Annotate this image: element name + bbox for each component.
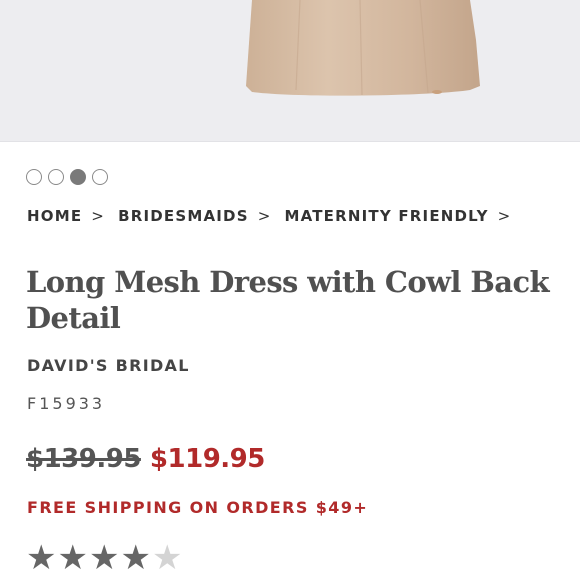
carousel-dot[interactable]: [92, 169, 108, 185]
product-sku: F15933: [27, 394, 106, 413]
product-image[interactable]: [0, 0, 580, 142]
breadcrumb-separator: >: [497, 207, 512, 225]
product-title: Long Mesh Dress with Cowl Back Detail: [26, 265, 550, 335]
carousel-dots: [26, 169, 108, 185]
breadcrumb-bridesmaids[interactable]: BRIDESMAIDS: [118, 207, 249, 225]
dress-image: [246, 0, 480, 96]
price-block: $139.95 $119.95: [26, 444, 265, 474]
star-filled-icon: ★: [26, 538, 57, 578]
star-filled-icon: ★: [120, 538, 151, 578]
sale-price: $119.95: [149, 444, 265, 474]
shipping-promo: FREE SHIPPING ON ORDERS $49+: [27, 498, 369, 517]
carousel-dot-active[interactable]: [70, 169, 86, 185]
rating-stars[interactable]: ★ ★ ★ ★ ★: [26, 540, 182, 576]
breadcrumb: HOME > BRIDESMAIDS > MATERNITY FRIENDLY …: [27, 207, 524, 225]
breadcrumb-separator: >: [257, 207, 272, 225]
star-empty-icon: ★: [151, 538, 183, 578]
breadcrumb-maternity-friendly[interactable]: MATERNITY FRIENDLY: [284, 207, 488, 225]
breadcrumb-home[interactable]: HOME: [27, 207, 82, 225]
star-filled-icon: ★: [88, 538, 120, 578]
carousel-dot[interactable]: [48, 169, 64, 185]
breadcrumb-separator: >: [91, 207, 106, 225]
original-price: $139.95: [26, 444, 141, 474]
star-filled-icon: ★: [57, 538, 88, 578]
brand-name: DAVID'S BRIDAL: [27, 356, 190, 375]
carousel-dot[interactable]: [26, 169, 42, 185]
